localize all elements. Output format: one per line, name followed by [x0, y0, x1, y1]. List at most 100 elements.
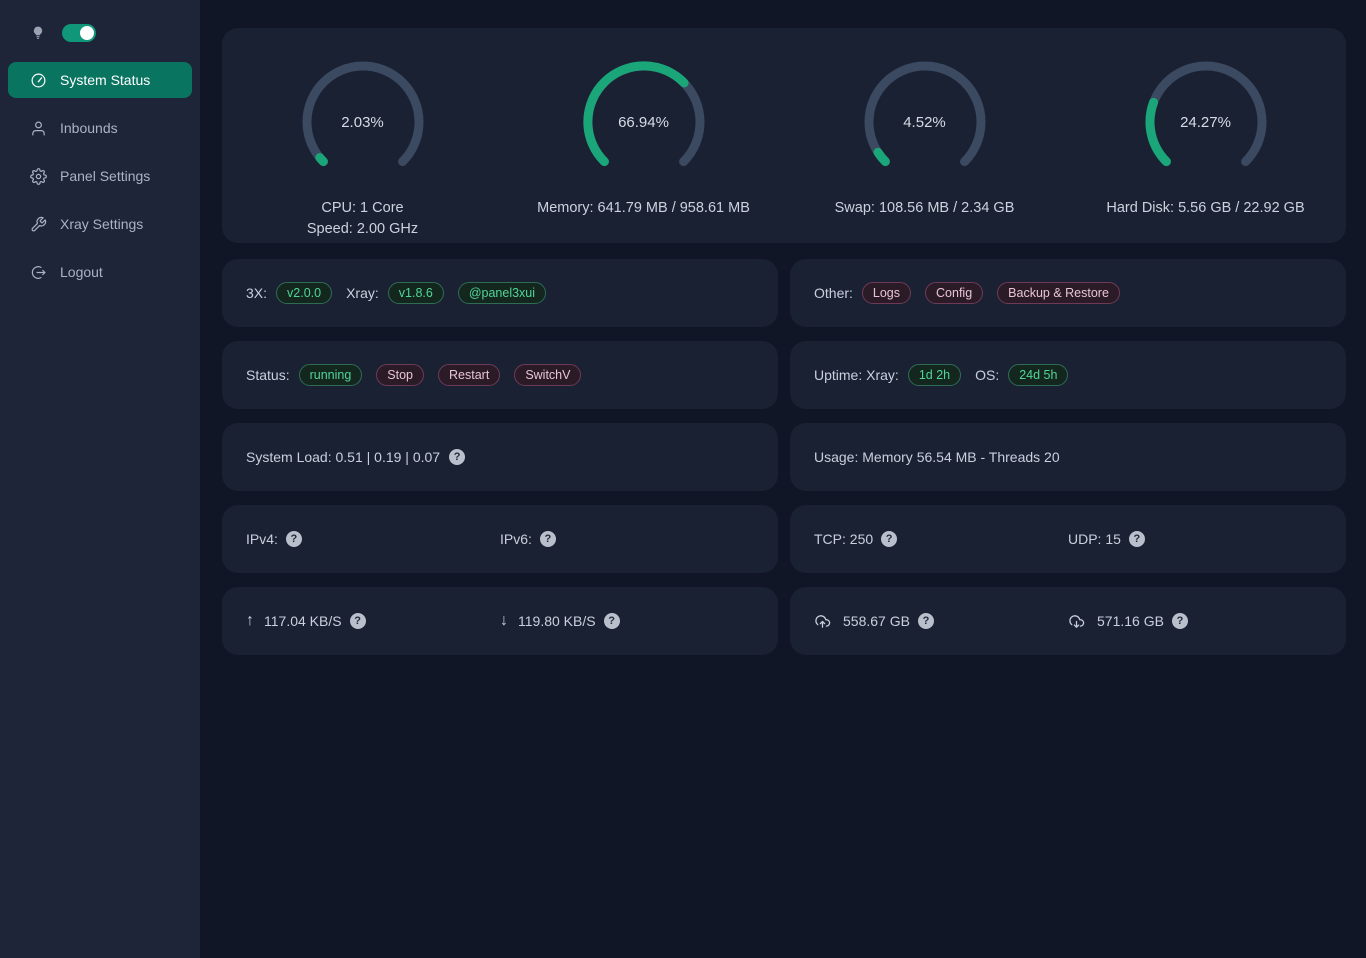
help-icon[interactable]: ? [918, 613, 934, 629]
upload-speed: 117.04 KB/S [264, 613, 342, 629]
row-load-usage: System Load: 0.51 | 0.19 | 0.07 ? Usage:… [222, 423, 1346, 491]
ipv4-label: IPv4: [246, 531, 278, 547]
row-versions-other: 3X: v2.0.0 Xray: v1.8.6 @panel3xui Other… [222, 259, 1346, 327]
sidebar-item-xray-settings[interactable]: Xray Settings [8, 206, 192, 242]
swap-gauge: 4.52% Swap: 108.56 MB / 2.34 GB [785, 56, 1065, 219]
memory-gauge: 66.94% Memory: 641.79 MB / 958.61 MB [504, 56, 784, 219]
arrow-down-icon: ↓ [500, 612, 508, 630]
sidebar-item-label: Logout [60, 264, 103, 280]
uptime-xray-badge: 1d 2h [908, 364, 961, 386]
cpu-label-line1: CPU: 1 Core [307, 198, 418, 219]
memory-gauge-ring: 66.94% [578, 56, 710, 188]
help-icon[interactable]: ? [449, 449, 465, 465]
status-card: Status: running Stop Restart SwitchV [222, 341, 778, 409]
udp-count: UDP: 15 [1068, 531, 1121, 547]
backup-restore-button[interactable]: Backup & Restore [997, 282, 1120, 304]
swap-labels: Swap: 108.56 MB / 2.34 GB [835, 198, 1015, 219]
cpu-labels: CPU: 1 Core Speed: 2.00 GHz [307, 198, 418, 240]
user-icon [30, 120, 47, 137]
sidebar-item-system-status[interactable]: System Status [8, 62, 192, 98]
speed-card: ↑ 117.04 KB/S ? ↓ 119.80 KB/S ? [222, 587, 778, 655]
config-button[interactable]: Config [925, 282, 983, 304]
main-content: 2.03% CPU: 1 Core Speed: 2.00 GHz 66.94%… [200, 0, 1366, 958]
ip-card: IPv4: ? IPv6: ? [222, 505, 778, 573]
gear-icon [30, 168, 47, 185]
tag-telegram[interactable]: @panel3xui [458, 282, 546, 304]
swap-percent: 4.52% [859, 56, 991, 188]
theme-toggle-knob [80, 26, 94, 40]
hard-disk-gauge: 24.27% Hard Disk: 5.56 GB / 22.92 GB [1066, 56, 1346, 219]
traffic-sent: 558.67 GB [843, 613, 910, 629]
cloud-upload-icon [814, 613, 831, 630]
row-ip-connections: IPv4: ? IPv6: ? TCP: 250 ? UDP: 15 ? [222, 505, 1346, 573]
help-icon[interactable]: ? [286, 531, 302, 547]
sidebar-item-panel-settings[interactable]: Panel Settings [8, 158, 192, 194]
row-status-uptime: Status: running Stop Restart SwitchV Upt… [222, 341, 1346, 409]
tag-xray-version[interactable]: v1.8.6 [388, 282, 444, 304]
udp-group: UDP: 15 ? [1068, 531, 1322, 547]
memory-labels: Memory: 641.79 MB / 958.61 MB [537, 198, 750, 219]
sidebar: System Status Inbounds Panel Settings [0, 0, 200, 958]
help-icon[interactable]: ? [350, 613, 366, 629]
label-3x: 3X: [246, 285, 267, 301]
help-icon[interactable]: ? [540, 531, 556, 547]
hard-disk-label-line1: Hard Disk: 5.56 GB / 22.92 GB [1106, 198, 1304, 219]
hard-disk-percent: 24.27% [1140, 56, 1272, 188]
stop-button[interactable]: Stop [376, 364, 424, 386]
wrench-icon [30, 216, 47, 233]
ipv6-group: IPv6: ? [500, 531, 754, 547]
dashboard-icon [30, 72, 47, 89]
help-icon[interactable]: ? [604, 613, 620, 629]
traffic-card: 558.67 GB ? 571.16 GB ? [790, 587, 1346, 655]
usage-text: Usage: Memory 56.54 MB - Threads 20 [814, 449, 1060, 465]
hard-disk-labels: Hard Disk: 5.56 GB / 22.92 GB [1106, 198, 1304, 219]
gauges-card: 2.03% CPU: 1 Core Speed: 2.00 GHz 66.94%… [222, 28, 1346, 243]
restart-button[interactable]: Restart [438, 364, 500, 386]
sidebar-item-label: System Status [60, 72, 150, 88]
sidebar-item-label: Inbounds [60, 120, 118, 136]
connections-card: TCP: 250 ? UDP: 15 ? [790, 505, 1346, 573]
versions-card: 3X: v2.0.0 Xray: v1.8.6 @panel3xui [222, 259, 778, 327]
theme-toggle[interactable] [62, 24, 96, 42]
label-uptime-xray: Uptime: Xray: [814, 367, 899, 383]
memory-label-line1: Memory: 641.79 MB / 958.61 MB [537, 198, 750, 219]
traffic-sent-group: 558.67 GB ? [814, 613, 1068, 630]
tag-3x-version[interactable]: v2.0.0 [276, 282, 332, 304]
logs-button[interactable]: Logs [862, 282, 911, 304]
cpu-label-line2: Speed: 2.00 GHz [307, 219, 418, 240]
usage-card: Usage: Memory 56.54 MB - Threads 20 [790, 423, 1346, 491]
arrow-up-icon: ↑ [246, 612, 254, 630]
tcp-group: TCP: 250 ? [814, 531, 1068, 547]
uptime-os-badge: 24d 5h [1008, 364, 1068, 386]
ipv6-label: IPv6: [500, 531, 532, 547]
sidebar-item-inbounds[interactable]: Inbounds [8, 110, 192, 146]
download-speed-group: ↓ 119.80 KB/S ? [500, 612, 754, 630]
label-status: Status: [246, 367, 290, 383]
cloud-download-icon [1068, 613, 1085, 630]
bulb-icon [30, 25, 46, 41]
memory-percent: 66.94% [578, 56, 710, 188]
label-xray: Xray: [346, 285, 379, 301]
row-speed-traffic: ↑ 117.04 KB/S ? ↓ 119.80 KB/S ? [222, 587, 1346, 655]
tcp-count: TCP: 250 [814, 531, 873, 547]
status-badge: running [299, 364, 363, 386]
hard-disk-gauge-ring: 24.27% [1140, 56, 1272, 188]
system-load-card: System Load: 0.51 | 0.19 | 0.07 ? [222, 423, 778, 491]
cpu-percent: 2.03% [297, 56, 429, 188]
sidebar-item-logout[interactable]: Logout [8, 254, 192, 290]
help-icon[interactable]: ? [1129, 531, 1145, 547]
upload-speed-group: ↑ 117.04 KB/S ? [246, 612, 500, 630]
help-icon[interactable]: ? [1172, 613, 1188, 629]
uptime-card: Uptime: Xray: 1d 2h OS: 24d 5h [790, 341, 1346, 409]
help-icon[interactable]: ? [881, 531, 897, 547]
label-other: Other: [814, 285, 853, 301]
traffic-received: 571.16 GB [1097, 613, 1164, 629]
label-uptime-os: OS: [975, 367, 999, 383]
app-root: System Status Inbounds Panel Settings [0, 0, 1366, 958]
cpu-gauge-ring: 2.03% [297, 56, 429, 188]
swap-label-line1: Swap: 108.56 MB / 2.34 GB [835, 198, 1015, 219]
download-speed: 119.80 KB/S [518, 613, 596, 629]
swap-gauge-ring: 4.52% [859, 56, 991, 188]
ipv4-group: IPv4: ? [246, 531, 500, 547]
switch-version-button[interactable]: SwitchV [514, 364, 581, 386]
